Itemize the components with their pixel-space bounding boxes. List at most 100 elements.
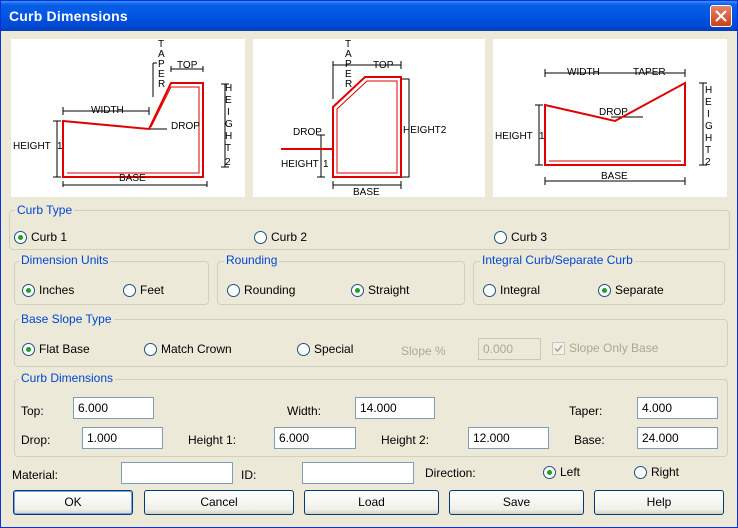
- radio-label: Integral: [500, 283, 541, 297]
- radio-label: Curb 1: [31, 230, 68, 244]
- top-field[interactable]: 6.000: [73, 397, 154, 419]
- help-button[interactable]: Help: [594, 490, 724, 515]
- height-letter: G: [225, 119, 233, 130]
- radio-dot: [351, 283, 364, 297]
- height-letter: H: [225, 131, 232, 142]
- special-radio[interactable]: Special: [297, 342, 353, 356]
- radio-label: Separate: [615, 283, 664, 297]
- height-number: 1: [323, 159, 329, 170]
- taper-letter: R: [345, 79, 352, 90]
- radio-dot: [254, 230, 267, 244]
- rounding-title: Rounding: [224, 253, 280, 267]
- radio-dot: [123, 283, 136, 297]
- curb1-diagram: T A P E R TOP H E I G H T 2 WIDTH DROP H…: [11, 39, 245, 197]
- curb2-radio[interactable]: Curb 2: [254, 230, 307, 244]
- drop-label: DROP: [171, 121, 200, 132]
- height-label: HEIGHT: [281, 159, 319, 170]
- radio-dot: [22, 342, 35, 356]
- direction-label: Direction:: [425, 466, 476, 480]
- checkbox-label: Slope Only Base: [569, 341, 659, 355]
- curb3-radio[interactable]: Curb 3: [494, 230, 547, 244]
- window-title: Curb Dimensions: [9, 8, 128, 24]
- ok-button[interactable]: OK: [13, 490, 133, 515]
- radio-dot: [144, 342, 157, 356]
- save-button[interactable]: Save: [449, 490, 584, 515]
- straight-radio[interactable]: Straight: [351, 283, 409, 297]
- separate-radio[interactable]: Separate: [598, 283, 664, 297]
- radio-dot: [598, 283, 611, 297]
- slope-percent-field[interactable]: 0.000: [478, 338, 541, 360]
- width-label: Width:: [287, 404, 322, 418]
- base-slope-title: Base Slope Type: [19, 312, 114, 326]
- inches-radio[interactable]: Inches: [22, 283, 74, 297]
- radio-dot: [14, 230, 27, 244]
- curb3-diagram: WIDTH TAPER H E I G H T 2 DROP HEIGHT 1 …: [493, 39, 727, 197]
- close-button[interactable]: [710, 5, 732, 27]
- material-label: Material:: [12, 468, 59, 482]
- height2-field[interactable]: 12.000: [468, 427, 549, 449]
- height1-field[interactable]: 6.000: [274, 427, 356, 449]
- base-label: BASE: [353, 187, 380, 197]
- radio-label: Feet: [140, 283, 165, 297]
- curb-dimensions-title: Curb Dimensions: [19, 371, 116, 385]
- top-label: TOP: [373, 60, 394, 71]
- taper-field[interactable]: 4.000: [637, 397, 718, 419]
- height-label: HEIGHT: [13, 141, 51, 152]
- width-label: WIDTH: [91, 105, 124, 116]
- radio-dot: [483, 283, 496, 297]
- height2-label: HEIGHT2: [403, 125, 447, 136]
- height-letter: G: [705, 121, 713, 132]
- radio-dot: [543, 465, 556, 479]
- radio-label: Right: [651, 465, 680, 479]
- height-letter: I: [227, 107, 230, 118]
- curb2-diagram: T A P E R TOP HEIGHT2 DROP HEIGHT 1 BASE: [253, 39, 485, 197]
- radio-label: Curb 3: [511, 230, 548, 244]
- radio-label: Rounding: [244, 283, 296, 297]
- rounding-radio[interactable]: Rounding: [227, 283, 295, 297]
- cancel-button[interactable]: Cancel: [144, 490, 294, 515]
- height-number: 1: [539, 131, 545, 142]
- id-field[interactable]: [302, 462, 414, 484]
- top-label: TOP: [177, 60, 198, 71]
- base-label: BASE: [601, 171, 628, 182]
- drop-label: DROP: [599, 107, 628, 118]
- height-label: HEIGHT: [495, 131, 533, 142]
- load-button[interactable]: Load: [304, 490, 439, 515]
- base-label: BASE: [119, 173, 146, 184]
- direction-right-radio[interactable]: Right: [634, 465, 679, 479]
- flat-base-radio[interactable]: Flat Base: [22, 342, 90, 356]
- drop-field[interactable]: 1.000: [82, 427, 163, 449]
- material-field[interactable]: [121, 462, 233, 484]
- height-letter: E: [225, 95, 232, 106]
- top-label: Top:: [21, 404, 44, 418]
- radio-label: Left: [560, 465, 581, 479]
- slope-percent-label: Slope %: [401, 344, 446, 358]
- height-letter: I: [707, 109, 710, 120]
- title-bar[interactable]: Curb Dimensions: [1, 1, 737, 31]
- direction-left-radio[interactable]: Left: [543, 465, 580, 479]
- width-field[interactable]: 14.000: [355, 397, 435, 419]
- match-crown-radio[interactable]: Match Crown: [144, 342, 232, 356]
- feet-radio[interactable]: Feet: [123, 283, 164, 297]
- taper-letter: R: [158, 79, 165, 90]
- integral-radio[interactable]: Integral: [483, 283, 540, 297]
- checkbox-box: [552, 341, 565, 355]
- curb1-radio[interactable]: Curb 1: [14, 230, 67, 244]
- integral-separate-title: Integral Curb/Separate Curb: [480, 253, 635, 267]
- height-letter: E: [705, 97, 712, 108]
- curb-type-group: [9, 210, 730, 250]
- drop-label: DROP: [293, 127, 322, 138]
- height-letter: H: [225, 83, 232, 94]
- radio-dot: [494, 230, 507, 244]
- height1-label: Height 1:: [188, 433, 237, 447]
- curb-type-title: Curb Type: [15, 203, 75, 217]
- height-letter: T: [705, 145, 711, 156]
- id-label: ID:: [241, 468, 257, 482]
- radio-label: Inches: [39, 283, 75, 297]
- taper-label: Taper:: [569, 404, 603, 418]
- height-letter: H: [705, 85, 712, 96]
- base-field[interactable]: 24.000: [637, 427, 718, 449]
- radio-label: Curb 2: [271, 230, 308, 244]
- height-number: 2: [225, 157, 231, 168]
- slope-only-base-checkbox[interactable]: Slope Only Base: [552, 341, 658, 355]
